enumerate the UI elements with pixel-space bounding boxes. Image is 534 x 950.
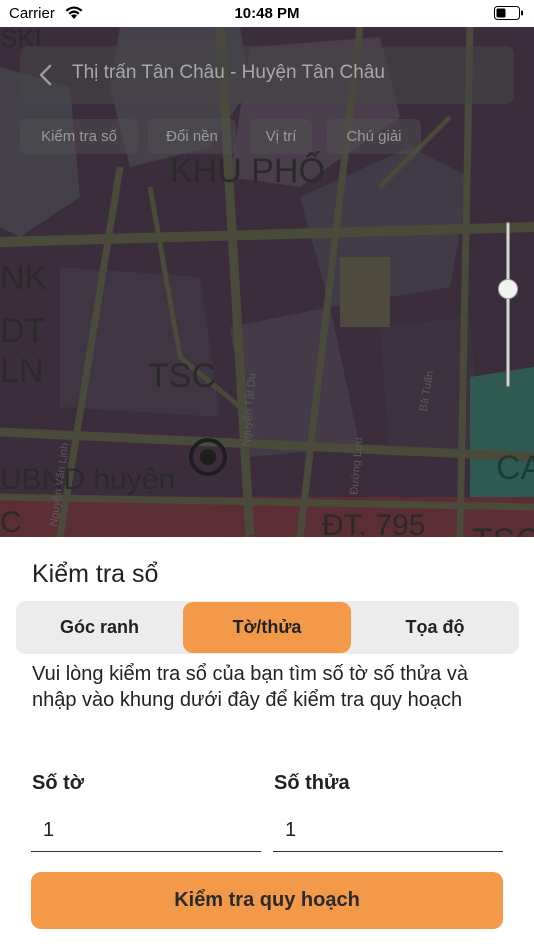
map-label: UBND huyện bbox=[0, 463, 175, 496]
map-label: LN bbox=[0, 352, 43, 390]
zoom-slider-track[interactable] bbox=[506, 222, 510, 387]
map-label: CA bbox=[496, 449, 534, 487]
so-thua-input[interactable] bbox=[273, 810, 503, 852]
back-chevron-icon[interactable] bbox=[36, 64, 56, 86]
map-label: KHU PHỐ bbox=[170, 151, 325, 190]
so-thua-label: Số thửa bbox=[274, 772, 350, 794]
instructions-text: Vui lòng kiểm tra sổ của bạn tìm số tờ s… bbox=[32, 663, 468, 711]
tab-goc-ranh[interactable]: Góc ranh bbox=[17, 602, 182, 653]
tab-toa-do[interactable]: Tọa độ bbox=[352, 602, 518, 653]
map-label: DT bbox=[0, 312, 45, 350]
chip-change-base[interactable]: Đổi nền bbox=[148, 119, 236, 154]
map-label: NK bbox=[0, 259, 48, 297]
chip-legend[interactable]: Chú giải bbox=[327, 119, 421, 154]
clock: 10:48 PM bbox=[234, 5, 300, 22]
battery-icon bbox=[494, 6, 523, 20]
status-bar: Carrier 10:48 PM bbox=[0, 0, 534, 27]
chip-location[interactable]: Vị trí bbox=[250, 119, 312, 154]
map-label: TSC bbox=[472, 522, 534, 537]
tab-to-thua[interactable]: Tờ/thửa bbox=[183, 602, 351, 653]
map-label: TSC bbox=[148, 357, 216, 395]
chip-check-book[interactable]: Kiểm tra số bbox=[20, 119, 138, 154]
check-planning-button[interactable]: Kiểm tra quy hoạch bbox=[31, 872, 503, 929]
map-label: ĐT. 795 bbox=[322, 509, 425, 537]
sheet-title: Kiểm tra sổ bbox=[32, 560, 159, 588]
zoom-slider-handle[interactable] bbox=[498, 279, 518, 299]
location-title: Thị trấn Tân Châu - Huyện Tân Châu bbox=[72, 62, 385, 83]
so-to-label: Số tờ bbox=[32, 772, 84, 794]
map-label: TT. TÂN CHÂU bbox=[0, 525, 276, 537]
so-to-input[interactable] bbox=[31, 810, 261, 852]
